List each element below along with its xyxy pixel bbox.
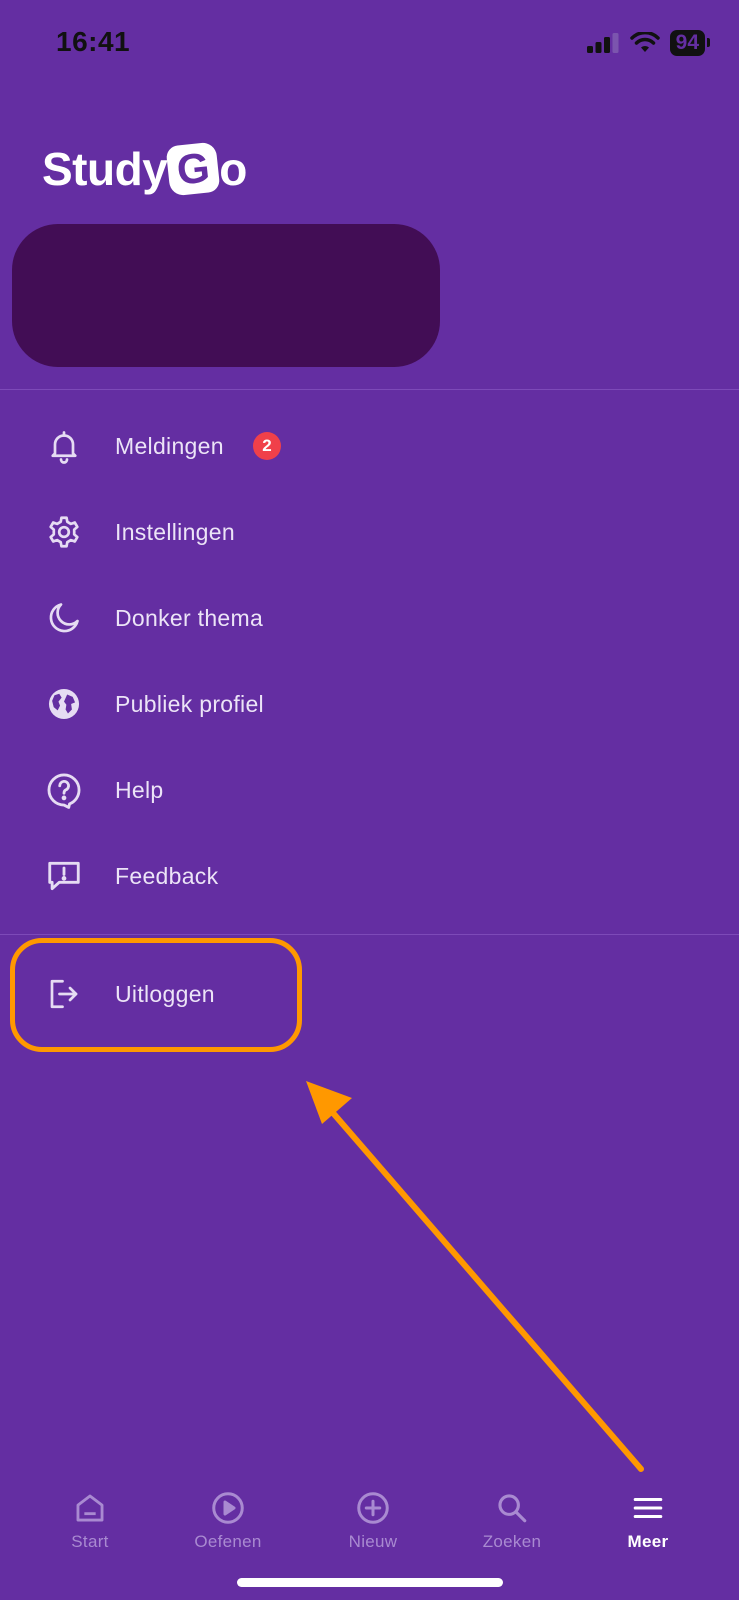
tab-oefenen[interactable]: Oefenen xyxy=(168,1488,288,1552)
tab-meer[interactable]: Meer xyxy=(588,1488,708,1552)
play-icon xyxy=(208,1488,248,1528)
tab-label-meer: Meer xyxy=(627,1532,669,1551)
annotation-arrow xyxy=(306,1081,644,1472)
bottom-tab-bar: Start Oefenen Nieuw Zoeken Meer xyxy=(0,1480,739,1580)
home-icon xyxy=(70,1488,110,1528)
tab-label-nieuw: Nieuw xyxy=(348,1532,398,1551)
tab-zoeken[interactable]: Zoeken xyxy=(452,1488,572,1552)
home-indicator[interactable] xyxy=(237,1578,503,1587)
tab-label-zoeken: Zoeken xyxy=(482,1532,542,1551)
tab-start[interactable]: Start xyxy=(30,1488,150,1552)
tab-nieuw[interactable]: Nieuw xyxy=(313,1488,433,1552)
menu-icon xyxy=(628,1488,668,1528)
tab-label-oefenen: Oefenen xyxy=(194,1532,262,1551)
search-icon xyxy=(492,1488,532,1528)
tab-label-start: Start xyxy=(71,1532,109,1551)
plus-circle-icon xyxy=(353,1488,393,1528)
